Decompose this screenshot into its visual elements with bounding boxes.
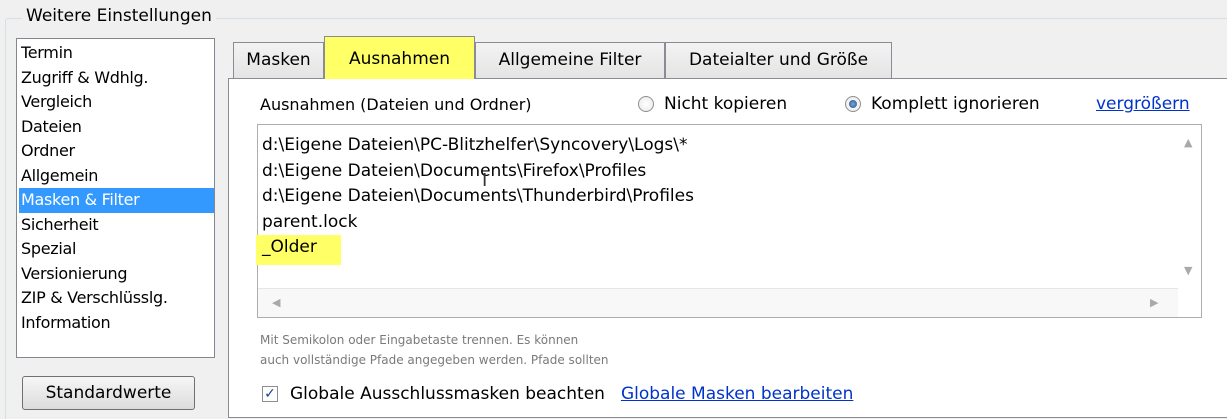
radio-not-copy-circle[interactable]	[638, 96, 654, 112]
memo-content: d:\Eigene Dateien\PC-Blitzhelfer\Syncove…	[256, 133, 694, 265]
tab-ausnahmen[interactable]: Ausnahmen	[324, 36, 475, 79]
vertical-scrollbar[interactable]: ▲ ▼	[1177, 125, 1201, 288]
memo-line-highlighted: _Older	[256, 235, 341, 265]
exceptions-textarea[interactable]: d:\Eigene Dateien\PC-Blitzhelfer\Syncove…	[256, 124, 1202, 318]
tab-masken[interactable]: Masken	[233, 42, 324, 78]
list-item-spezial[interactable]: Spezial	[19, 237, 214, 262]
list-item-ordner[interactable]: Ordner	[19, 139, 214, 164]
enlarge-link[interactable]: vergrößern	[1096, 92, 1190, 116]
list-item-termin[interactable]: Termin	[19, 41, 214, 66]
radio-ignore-completely[interactable]: Komplett ignorieren	[845, 92, 1040, 116]
global-masks-checkbox[interactable]: ✓	[262, 386, 278, 402]
settings-category-list[interactable]: Termin Zugriff & Wdhlg. Vergleich Dateie…	[16, 38, 215, 358]
global-masks-label: Globale Ausschlussmasken beachten	[290, 384, 605, 404]
radio-not-copy-label: Nicht kopieren	[664, 94, 788, 114]
list-item-masken-filter[interactable]: Masken & Filter	[19, 188, 214, 213]
hint-line-1: Mit Semikolon oder Eingabetaste trennen.…	[260, 333, 579, 347]
radio-ignore-completely-circle[interactable]	[845, 96, 861, 112]
default-values-button[interactable]: Standardwerte	[22, 376, 195, 410]
memo-line: d:\Eigene Dateien\PC-Blitzhelfer\Syncove…	[262, 135, 688, 155]
scroll-right-icon[interactable]: ▶	[1150, 297, 1158, 308]
list-item-zugriff[interactable]: Zugriff & Wdhlg.	[19, 66, 214, 91]
exceptions-label: Ausnahmen (Dateien und Ordner)	[260, 95, 532, 114]
radio-not-copy[interactable]: Nicht kopieren	[638, 92, 787, 116]
hint-text: Mit Semikolon oder Eingabetaste trennen.…	[260, 330, 609, 370]
radio-ignore-completely-label: Komplett ignorieren	[871, 94, 1040, 114]
edit-global-masks-link[interactable]: Globale Masken bearbeiten	[621, 382, 853, 406]
list-item-dateien[interactable]: Dateien	[19, 115, 214, 140]
tab-dateialter-groesse[interactable]: Dateialter und Größe	[665, 42, 892, 78]
list-item-vergleich[interactable]: Vergleich	[19, 90, 214, 115]
hint-line-2: auch vollständige Pfade angegeben werden…	[260, 353, 609, 367]
list-item-sicherheit[interactable]: Sicherheit	[19, 213, 214, 238]
global-masks-option[interactable]: ✓ Globale Ausschlussmasken beachten Glob…	[262, 382, 853, 406]
list-item-allgemein[interactable]: Allgemein	[19, 164, 214, 189]
list-item-zip[interactable]: ZIP & Verschlüsslg.	[19, 286, 214, 311]
text-cursor-icon: I	[482, 170, 488, 191]
memo-line: d:\Eigene Dateien\Documents\Firefox\Prof…	[262, 160, 647, 181]
scroll-down-icon[interactable]: ▼	[1184, 265, 1192, 276]
list-item-versionierung[interactable]: Versionierung	[19, 262, 214, 287]
group-title: Weitere Einstellungen	[22, 5, 216, 27]
memo-line: parent.lock	[262, 211, 358, 232]
horizontal-scrollbar[interactable]: ◀ ▶	[258, 288, 1178, 317]
tab-allgemeine-filter[interactable]: Allgemeine Filter	[475, 42, 665, 78]
list-item-information[interactable]: Information	[19, 311, 214, 336]
scroll-up-icon[interactable]: ▲	[1184, 137, 1192, 148]
memo-line: d:\Eigene Dateien\Documents\Thunderbird\…	[262, 186, 694, 206]
scroll-left-icon[interactable]: ◀	[272, 297, 280, 308]
